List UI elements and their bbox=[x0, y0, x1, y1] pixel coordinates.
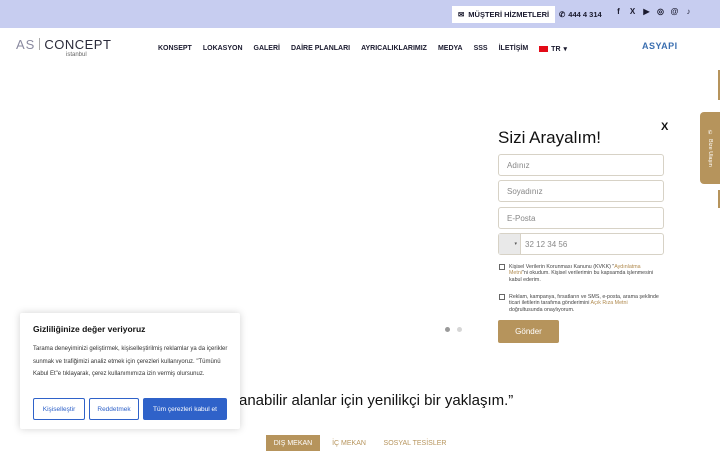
surname-placeholder: Soyadınız bbox=[507, 186, 543, 196]
facebook-icon[interactable]: f bbox=[614, 7, 623, 16]
side-tab-label: Bize Ulaşın bbox=[707, 138, 713, 167]
logo-city: istanbul bbox=[66, 52, 87, 58]
customer-services-button[interactable]: ✉ MÜŞTERİ HİZMETLERİ bbox=[452, 6, 556, 23]
main-nav: KONSEPT LOKASYON GALERİ DAİRE PLANLARI A… bbox=[158, 45, 567, 53]
hero-quote: anabilir alanlar için yenilikçi bir yakl… bbox=[239, 392, 514, 409]
x-icon[interactable]: X bbox=[628, 7, 637, 16]
callback-form-title: Sizi Arayalım! bbox=[498, 128, 601, 147]
site-logo[interactable]: AS CONCEPT istanbul bbox=[16, 36, 112, 58]
phone-icon: ✆ bbox=[707, 129, 713, 136]
top-bar: ✉ MÜŞTERİ HİZMETLERİ ✆ 444 4 314 f X ▶ ◎… bbox=[0, 0, 720, 28]
phone-placeholder: 32 12 34 56 bbox=[525, 239, 568, 249]
nav-item-lokasyon[interactable]: LOKASYON bbox=[203, 45, 243, 53]
phone-field[interactable]: ▾ 32 12 34 56 bbox=[498, 233, 664, 255]
cookie-consent-banner: Gizliliğinize değer veriyoruz Tarama den… bbox=[20, 313, 240, 429]
threads-icon[interactable]: @ bbox=[670, 7, 679, 16]
customer-services-label: MÜŞTERİ HİZMETLERİ bbox=[468, 10, 550, 19]
language-selector[interactable]: TR ▾ bbox=[539, 45, 567, 53]
nav-item-konsept[interactable]: KONSEPT bbox=[158, 45, 192, 53]
kvkk-text-pre: Kişisel Verilerin Korunması Kanunu (KVKK… bbox=[509, 264, 615, 270]
social-links: f X ▶ ◎ @ ♪ bbox=[614, 7, 693, 16]
nav-item-ayricaliklarimiz[interactable]: AYRICALIKLARIMIZ bbox=[361, 45, 427, 53]
envelope-icon: ✉ bbox=[458, 10, 465, 19]
nav-item-daire-planlari[interactable]: DAİRE PLANLARI bbox=[291, 45, 350, 53]
logo-concept: CONCEPT bbox=[44, 37, 112, 52]
chevron-down-icon: ▾ bbox=[563, 46, 568, 53]
nav-item-galeri[interactable]: GALERİ bbox=[254, 45, 280, 53]
nav-item-iletisim[interactable]: İLETİŞİM bbox=[499, 45, 529, 53]
customize-button[interactable]: Kişiselleştir bbox=[33, 398, 85, 420]
consent-text-pre: Reklam, kampanya, fırsatların ve SMS, e-… bbox=[509, 294, 659, 307]
surname-field[interactable]: Soyadınız bbox=[498, 180, 664, 202]
kvkk-consent-text: Kişisel Verilerin Korunması Kanunu (KVKK… bbox=[509, 264, 661, 283]
accept-all-button[interactable]: Tüm çerezleri kabul et bbox=[143, 398, 227, 420]
cookie-text: Tarama deneyiminizi geliştirmek, kişisel… bbox=[33, 346, 228, 377]
cookie-title: Gizliliğinize değer veriyoruz bbox=[33, 324, 146, 334]
email-field[interactable]: E-Posta bbox=[498, 207, 664, 229]
phone-icon: ✆ bbox=[559, 10, 566, 19]
youtube-icon[interactable]: ▶ bbox=[642, 7, 651, 16]
tab-ic-mekan[interactable]: İÇ MEKAN bbox=[326, 435, 372, 451]
partner-logo[interactable]: ASYAPI bbox=[642, 41, 678, 51]
name-placeholder: Adınız bbox=[507, 160, 530, 170]
submit-button[interactable]: Gönder bbox=[498, 320, 559, 343]
close-icon[interactable]: X bbox=[661, 121, 668, 133]
tab-dis-mekan[interactable]: DIŞ MEKAN bbox=[266, 435, 320, 451]
marketing-consent-text: Reklam, kampanya, fırsatların ve SMS, e-… bbox=[509, 294, 661, 313]
consent-text-post: doğrultusunda onaylıyorum. bbox=[509, 306, 575, 313]
reject-button[interactable]: Reddetmek bbox=[89, 398, 139, 420]
kvkk-text-post: "ni okudum. Kişisel verilerimin bu kapsa… bbox=[509, 270, 654, 283]
site-header: AS CONCEPT istanbul KONSEPT LOKASYON GALE… bbox=[0, 28, 720, 68]
tab-sosyal-tesisler[interactable]: SOSYAL TESİSLER bbox=[380, 435, 450, 451]
turkey-flag-icon bbox=[539, 46, 549, 52]
tiktok-icon[interactable]: ♪ bbox=[684, 7, 693, 16]
instagram-icon[interactable]: ◎ bbox=[656, 7, 665, 16]
consent-link[interactable]: Açık Rıza Metni bbox=[591, 300, 628, 306]
name-field[interactable]: Adınız bbox=[498, 154, 664, 176]
contact-side-tab[interactable]: ✆ Bize Ulaşın bbox=[700, 112, 720, 184]
slider-dot-active[interactable] bbox=[445, 327, 450, 332]
language-label: TR bbox=[551, 45, 561, 53]
nav-item-medya[interactable]: MEDYA bbox=[438, 45, 463, 53]
email-placeholder: E-Posta bbox=[507, 213, 536, 223]
slider-dot[interactable] bbox=[457, 327, 462, 332]
nav-item-sss[interactable]: SSS bbox=[474, 45, 488, 53]
logo-divider bbox=[39, 38, 41, 50]
marketing-consent-checkbox[interactable] bbox=[499, 294, 505, 300]
logo-as: AS bbox=[16, 37, 36, 52]
phone-link[interactable]: ✆ 444 4 314 bbox=[559, 6, 602, 23]
partner-logo-text: ASYAPI bbox=[642, 41, 678, 51]
kvkk-checkbox[interactable] bbox=[499, 264, 505, 270]
country-code-dropdown[interactable]: ▾ bbox=[499, 234, 521, 254]
phone-number: 444 4 314 bbox=[568, 10, 602, 19]
